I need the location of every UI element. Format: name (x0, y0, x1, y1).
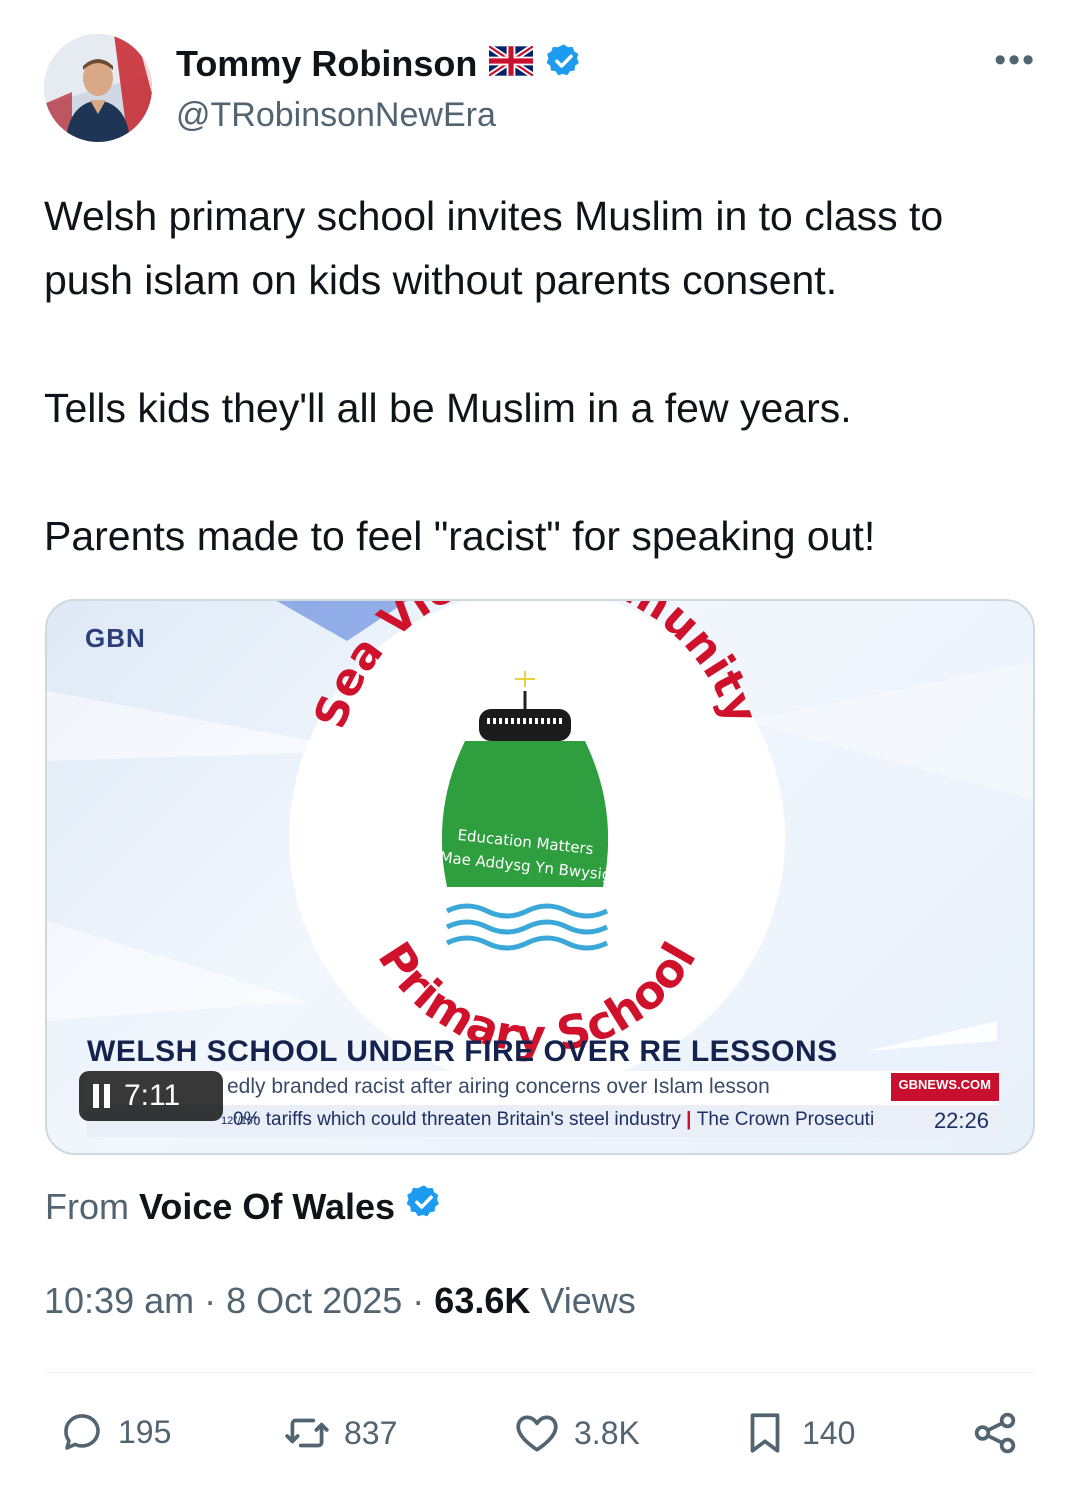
bookmark-icon (750, 1413, 780, 1453)
verified-badge-icon[interactable] (545, 42, 583, 85)
ticker-separator: | (686, 1109, 697, 1130)
gbnews-badge: GBNEWS.COM (890, 1073, 999, 1101)
views-count: 63.6K (434, 1280, 531, 1321)
heart-icon (516, 1415, 558, 1452)
video-duration: 7:11 (124, 1079, 181, 1112)
reply-count: 195 (118, 1413, 172, 1450)
bookmark-button[interactable]: 140 (740, 1408, 855, 1458)
weather-stub: 12°/16° (221, 1115, 258, 1127)
ticker-2-text-a: 0% tariffs which could threaten Britain'… (233, 1109, 681, 1130)
source-name[interactable]: Voice Of Wales (139, 1186, 395, 1228)
channel-logo: GBN (85, 623, 146, 653)
verified-badge-icon (405, 1183, 443, 1230)
news-ticker-1: edly branded racist after airing concern… (87, 1071, 999, 1105)
video-player[interactable]: Sea View Community Primary School Educat… (45, 599, 1035, 1155)
share-button[interactable] (970, 1408, 1020, 1458)
action-bar: 195 837 3.8K 140 (44, 1408, 1036, 1468)
share-icon (974, 1412, 1016, 1454)
author-handle[interactable]: @TRobinsonNewEra (176, 96, 496, 135)
tweet-meta: 10:39 am · 8 Oct 2025 · 63.6K Views (44, 1280, 636, 1322)
like-button[interactable]: 3.8K (512, 1408, 640, 1458)
ticker-2-text-b: The Crown Prosecuti (696, 1109, 875, 1130)
repost-icon (285, 1418, 329, 1448)
like-count: 3.8K (574, 1414, 640, 1451)
repost-count: 837 (344, 1414, 398, 1451)
author-name[interactable]: Tommy Robinson (176, 43, 477, 85)
bookmark-count: 140 (802, 1414, 856, 1451)
author-avatar[interactable] (44, 34, 152, 142)
broadcast-clock: 22:26 (933, 1108, 989, 1133)
meta-separator: · (204, 1280, 217, 1321)
tweet-text: Welsh primary school invites Muslim in t… (44, 184, 1034, 568)
divider (44, 1372, 1036, 1373)
meta-separator: · (412, 1280, 425, 1321)
tweet-paragraph: Parents made to feel "racist" for speaki… (44, 513, 876, 559)
news-ticker-2: 12°/16° 0% tariffs which could threaten … (87, 1105, 999, 1137)
tweet-time[interactable]: 10:39 am (44, 1280, 194, 1321)
source-attribution[interactable]: From Voice Of Wales (45, 1183, 443, 1230)
repost-button[interactable]: 837 (282, 1408, 397, 1458)
uk-flag-icon (487, 43, 535, 81)
pause-button[interactable]: 7:11 (79, 1071, 223, 1121)
source-prefix: From (45, 1185, 129, 1227)
more-options-icon[interactable]: ••• (994, 43, 1036, 77)
reply-icon (64, 1414, 100, 1450)
tweet-date[interactable]: 8 Oct 2025 (226, 1280, 402, 1321)
pause-icon (93, 1084, 110, 1108)
news-headline: WELSH SCHOOL UNDER FIRE OVER RE LESSONS (87, 1035, 838, 1068)
tweet-header: Tommy Robinson @TRobinsonNewEra ••• (44, 34, 1036, 144)
tweet-paragraph: Tells kids they'll all be Muslim in a fe… (44, 385, 852, 431)
tweet-paragraph: Welsh primary school invites Muslim in t… (44, 193, 944, 303)
ticker-1-text: edly branded racist after airing concern… (227, 1075, 770, 1098)
author-name-row[interactable]: Tommy Robinson (176, 42, 583, 85)
views-label: Views (540, 1280, 636, 1321)
reply-button[interactable]: 195 (58, 1408, 171, 1456)
